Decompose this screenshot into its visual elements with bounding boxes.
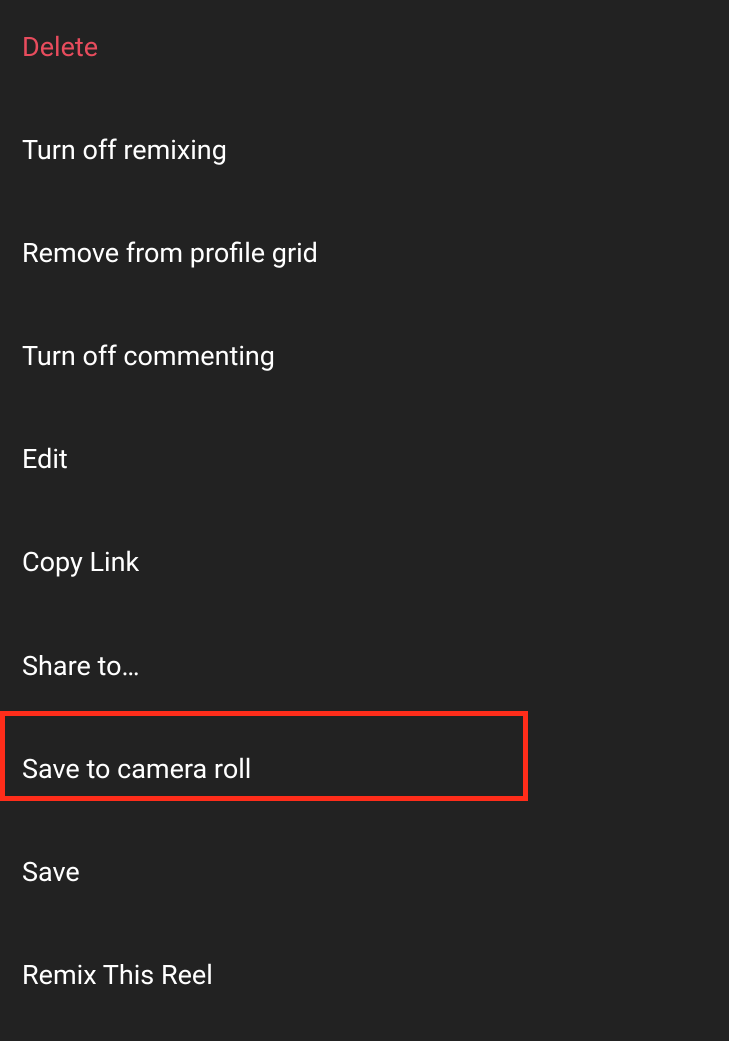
edit-option[interactable]: Edit [0, 422, 729, 497]
turn-off-remixing-option[interactable]: Turn off remixing [0, 113, 729, 188]
turn-off-commenting-option[interactable]: Turn off commenting [0, 319, 729, 394]
action-menu: Delete Turn off remixing Remove from pro… [0, 0, 729, 1041]
remove-from-profile-grid-option[interactable]: Remove from profile grid [0, 216, 729, 291]
share-to-option[interactable]: Share to… [0, 629, 729, 704]
save-to-camera-roll-option[interactable]: Save to camera roll [0, 732, 729, 807]
save-option[interactable]: Save [0, 835, 729, 910]
delete-option[interactable]: Delete [0, 10, 729, 85]
copy-link-option[interactable]: Copy Link [0, 525, 729, 600]
remix-this-reel-option[interactable]: Remix This Reel [0, 938, 729, 1013]
